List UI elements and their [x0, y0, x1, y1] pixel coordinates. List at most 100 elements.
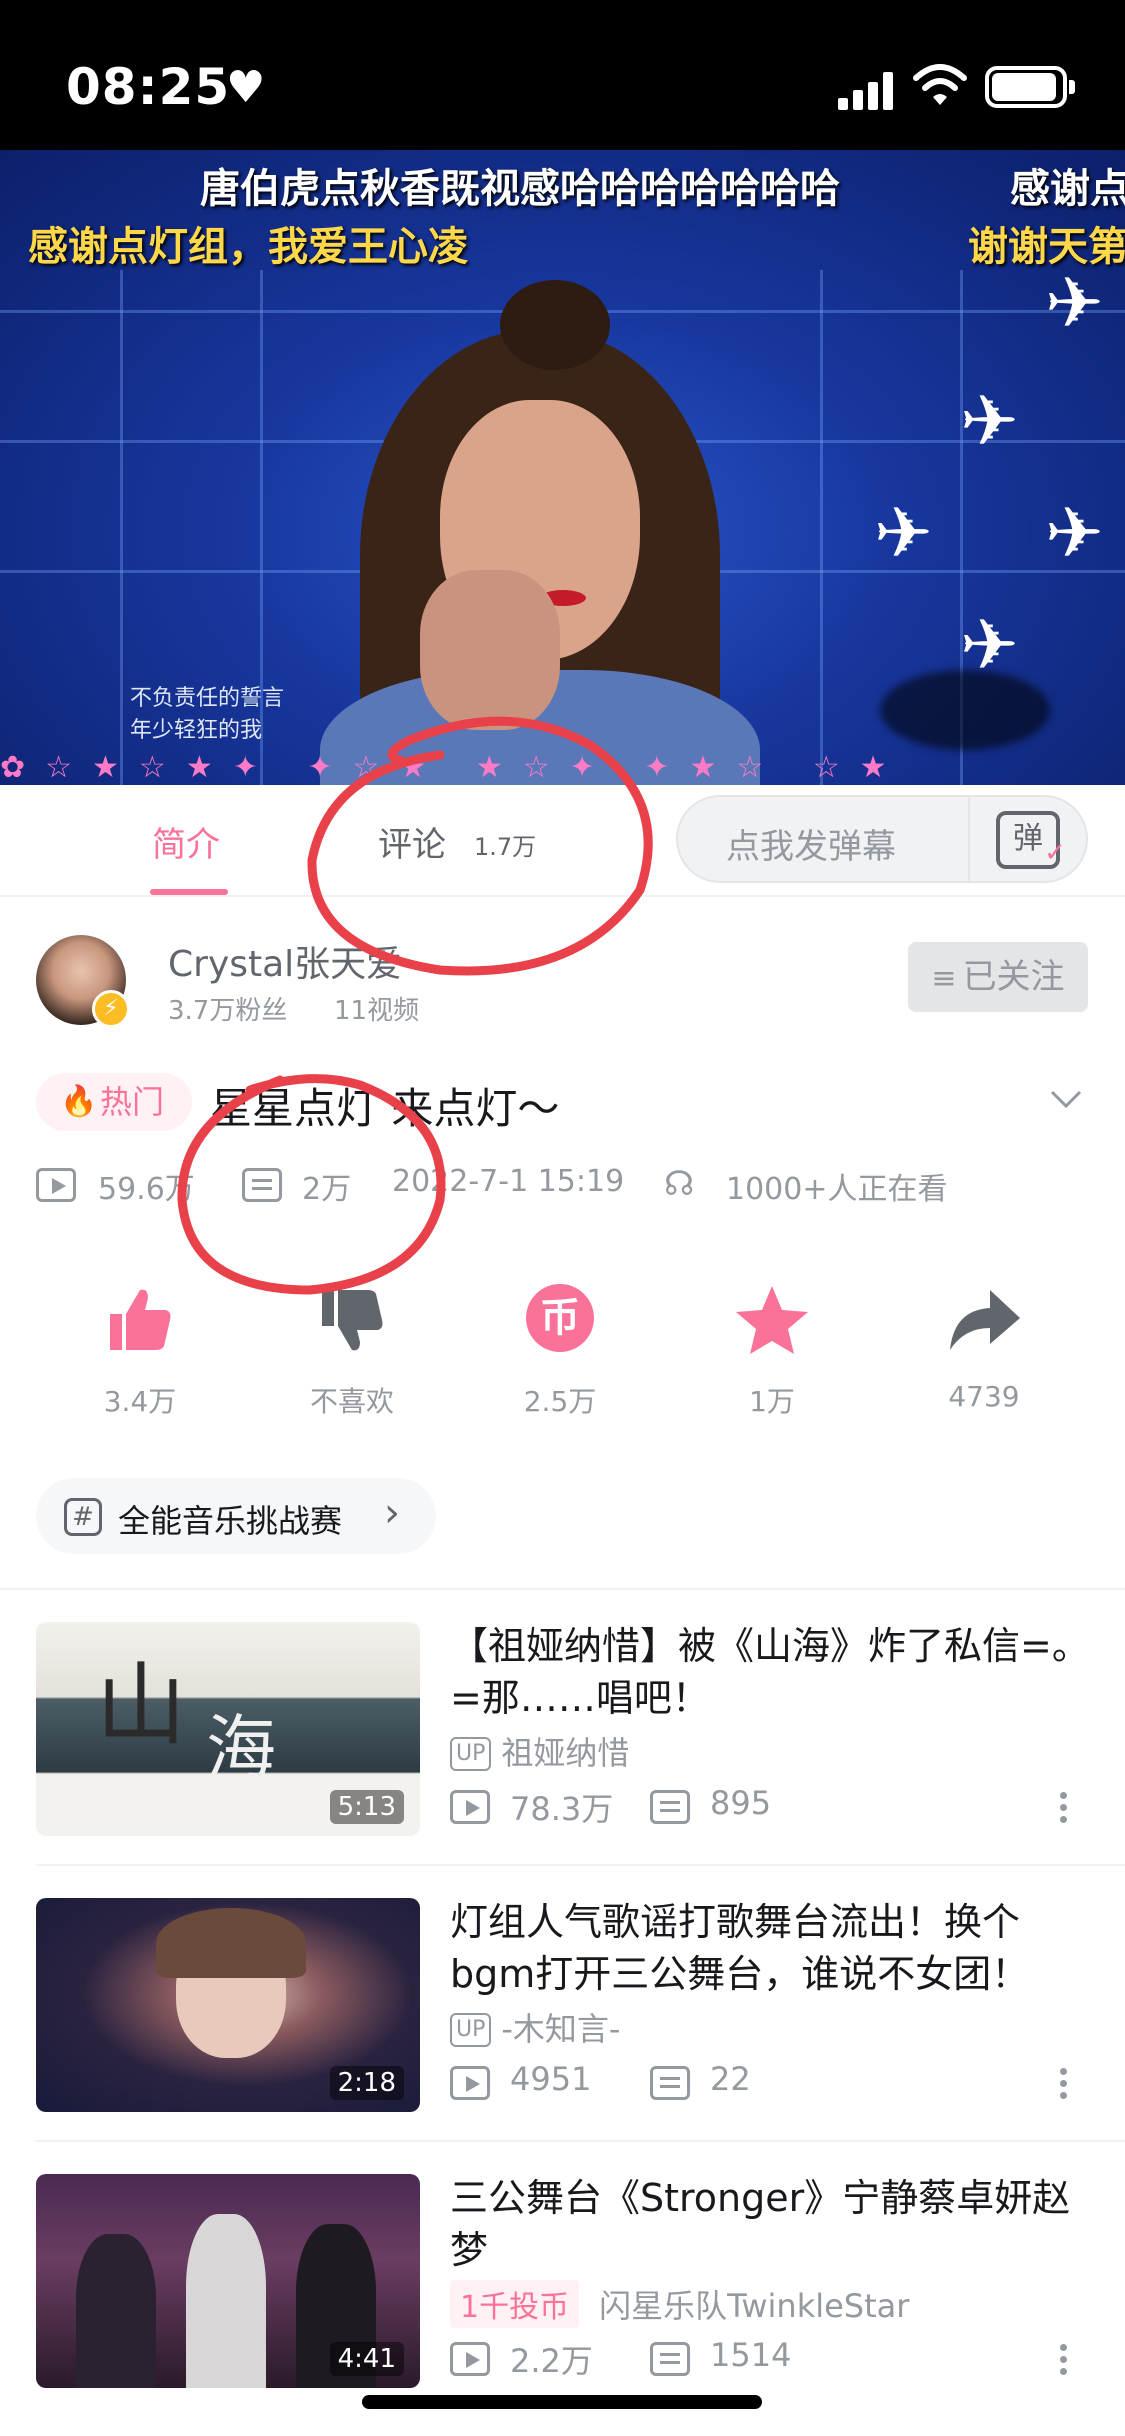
airplane-icon: ✈	[1045, 492, 1104, 574]
channel-logo	[880, 670, 1050, 750]
status-time: 08:25	[66, 58, 231, 116]
share-icon	[950, 1290, 1020, 1350]
coin-button[interactable]: 币 2.5万	[490, 1280, 630, 1430]
play-count-icon	[36, 1168, 76, 1202]
hot-tag-label: 热门	[100, 1083, 165, 1121]
play-count-icon	[450, 1790, 490, 1824]
danmaku-text: 感谢点	[1010, 166, 1125, 212]
play-count: 78.3万	[510, 1790, 614, 1828]
video-player[interactable]: 唐伯虎点秋香既视感哈哈哈哈哈哈哈 感谢点 感谢点灯组，我爱王心凌 谢谢天第 ✈ …	[0, 150, 1125, 785]
watching-count: 1000+人正在看	[726, 1172, 948, 1207]
play-count: 2.2万	[510, 2342, 593, 2380]
chevron-right-icon: ›	[384, 1490, 400, 1536]
performer	[76, 2234, 156, 2388]
tab-intro[interactable]: 简介	[152, 817, 220, 866]
publish-date: 2022-7-1 15:19	[392, 1164, 625, 1199]
play-count-icon	[450, 2066, 490, 2100]
thumbs-down-icon	[322, 1290, 383, 1351]
danmaku-toggle-icon[interactable]: 弹	[996, 811, 1066, 877]
share-button[interactable]: 4739	[914, 1280, 1054, 1430]
status-bar: 08:25 ♥	[0, 0, 1125, 150]
play-count: 4951	[510, 2060, 592, 2098]
tab-comments[interactable]: 评论	[378, 817, 446, 866]
hot-tag[interactable]: 🔥 热门	[36, 1073, 192, 1131]
airplane-icon: ✈	[1045, 262, 1104, 344]
danmaku-placeholder: 点我发弹幕	[726, 827, 896, 867]
related-video-item[interactable]: 4:41 三公舞台《Stronger》宁静蔡卓妍赵梦 1千投币 闪星乐队Twink…	[0, 2142, 1125, 2414]
hashtag-icon: #	[64, 1498, 102, 1536]
danmaku-count-icon	[650, 2066, 690, 2100]
wifi-icon	[913, 64, 967, 105]
video-meta: 59.6万 2万 2022-7-1 15:19 ☊ 1000+人正在看	[36, 1160, 1096, 1208]
danmaku-count: 1514	[710, 2336, 792, 2374]
thumbs-up-icon	[110, 1289, 171, 1350]
tab-bar: 简介 评论 1.7万 点我发弹幕 弹	[0, 785, 1125, 897]
coin-count: 2.5万	[523, 1385, 597, 1418]
danmaku-input[interactable]: 点我发弹幕 弹	[676, 795, 1088, 883]
uploader-name[interactable]: Crystal张天爱	[168, 935, 402, 987]
airplane-icon: ✈	[874, 492, 933, 574]
lyric-line: 年少轻狂的我	[130, 718, 263, 743]
topic-chip[interactable]: # 全能音乐挑战赛 ›	[36, 1478, 436, 1554]
comments-count: 1.7万	[474, 833, 537, 861]
related-video-title: 【祖娅纳惜】被《山海》炸了私信=。=那……唱吧！	[450, 1624, 1090, 1720]
related-video-item[interactable]: 山 海 5:13 【祖娅纳惜】被《山海》炸了私信=。=那……唱吧！ UP 祖娅纳惜…	[0, 1590, 1125, 1862]
related-video-stats: 2.2万 1514	[450, 2334, 1070, 2380]
verified-badge-icon: ⚡	[92, 990, 130, 1028]
related-video-stats: 78.3万 895	[450, 1782, 1070, 1828]
coin-badge: 1千投币	[450, 2280, 580, 2328]
danmaku-text: 感谢点灯组，我爱王心凌	[28, 224, 468, 270]
share-count: 4739	[948, 1380, 1020, 1413]
lyric-line: 不负责任的誓言	[130, 686, 285, 711]
more-options-icon[interactable]	[1060, 2344, 1070, 2384]
home-indicator	[362, 2395, 762, 2409]
related-video-uploader: 1千投币 闪星乐队TwinkleStar	[450, 2280, 909, 2328]
watching-icon: ☊	[664, 1164, 695, 1204]
flame-icon: 🔥	[60, 1084, 98, 1119]
more-options-icon[interactable]	[1060, 2068, 1070, 2108]
danmaku-count-icon	[650, 1790, 690, 1824]
related-video-item[interactable]: 2:18 灯组人气歌谣打歌舞台流出！换个bgm打开三公舞台，谁说不女团！ UP -…	[0, 1866, 1125, 2138]
video-duration: 2:18	[329, 2066, 404, 2100]
video-thumbnail[interactable]: 山 海 5:13	[36, 1622, 420, 1836]
dislike-label: 不喜欢	[309, 1385, 394, 1418]
video-duration: 4:41	[329, 2342, 404, 2376]
tab-active-indicator	[150, 889, 228, 895]
battery-icon	[985, 66, 1075, 108]
video-title: 星星点灯 来点灯～	[210, 1084, 560, 1133]
signal-icon	[838, 70, 894, 110]
stars-decoration: ✿☆★☆★✦ ✦☆★ ★☆✦ ✦★☆ ☆★	[0, 750, 907, 785]
coin-icon: 币	[520, 1284, 600, 1364]
play-count: 59.6万	[98, 1172, 195, 1207]
star-icon	[736, 1286, 808, 1354]
airplane-icon: ✈	[960, 380, 1019, 462]
like-count: 3.4万	[103, 1385, 177, 1418]
video-thumbnail[interactable]: 2:18	[36, 1898, 420, 2112]
dislike-button[interactable]: 不喜欢	[282, 1280, 422, 1430]
danmaku-text: 唐伯虎点秋香既视感哈哈哈哈哈哈哈	[200, 166, 840, 212]
calligraphy-art: 海	[206, 1707, 276, 1789]
favorite-button[interactable]: 1万	[702, 1280, 842, 1430]
follow-button[interactable]: ≡ 已关注	[908, 942, 1088, 1012]
danmaku-count: 895	[710, 1784, 772, 1822]
play-count-icon	[450, 2342, 490, 2376]
video-thumbnail[interactable]: 4:41	[36, 2174, 420, 2388]
danmaku-count: 2万	[302, 1172, 352, 1207]
danmaku-count: 22	[710, 2060, 751, 2098]
up-badge: UP	[450, 2013, 492, 2047]
topic-label: 全能音乐挑战赛	[118, 1502, 343, 1540]
uploader-videos: 11视频	[334, 996, 420, 1026]
favorite-count: 1万	[749, 1385, 795, 1418]
chevron-down-icon[interactable]	[1048, 1080, 1084, 1116]
up-badge: UP	[450, 1737, 492, 1771]
danmaku-count-icon	[650, 2342, 690, 2376]
danmaku-count-icon	[242, 1168, 282, 1202]
related-video-uploader: UP 祖娅纳惜	[450, 1728, 629, 1774]
menu-icon: ≡	[931, 961, 957, 996]
related-video-uploader: UP -木知言-	[450, 2004, 620, 2050]
more-options-icon[interactable]	[1060, 1792, 1070, 1832]
uploader-fans: 3.7万粉丝	[168, 996, 288, 1026]
like-button[interactable]: 3.4万	[70, 1280, 210, 1430]
related-video-title: 灯组人气歌谣打歌舞台流出！换个bgm打开三公舞台，谁说不女团！	[450, 1900, 1030, 1996]
uploader-name: 祖娅纳惜	[501, 1734, 630, 1772]
